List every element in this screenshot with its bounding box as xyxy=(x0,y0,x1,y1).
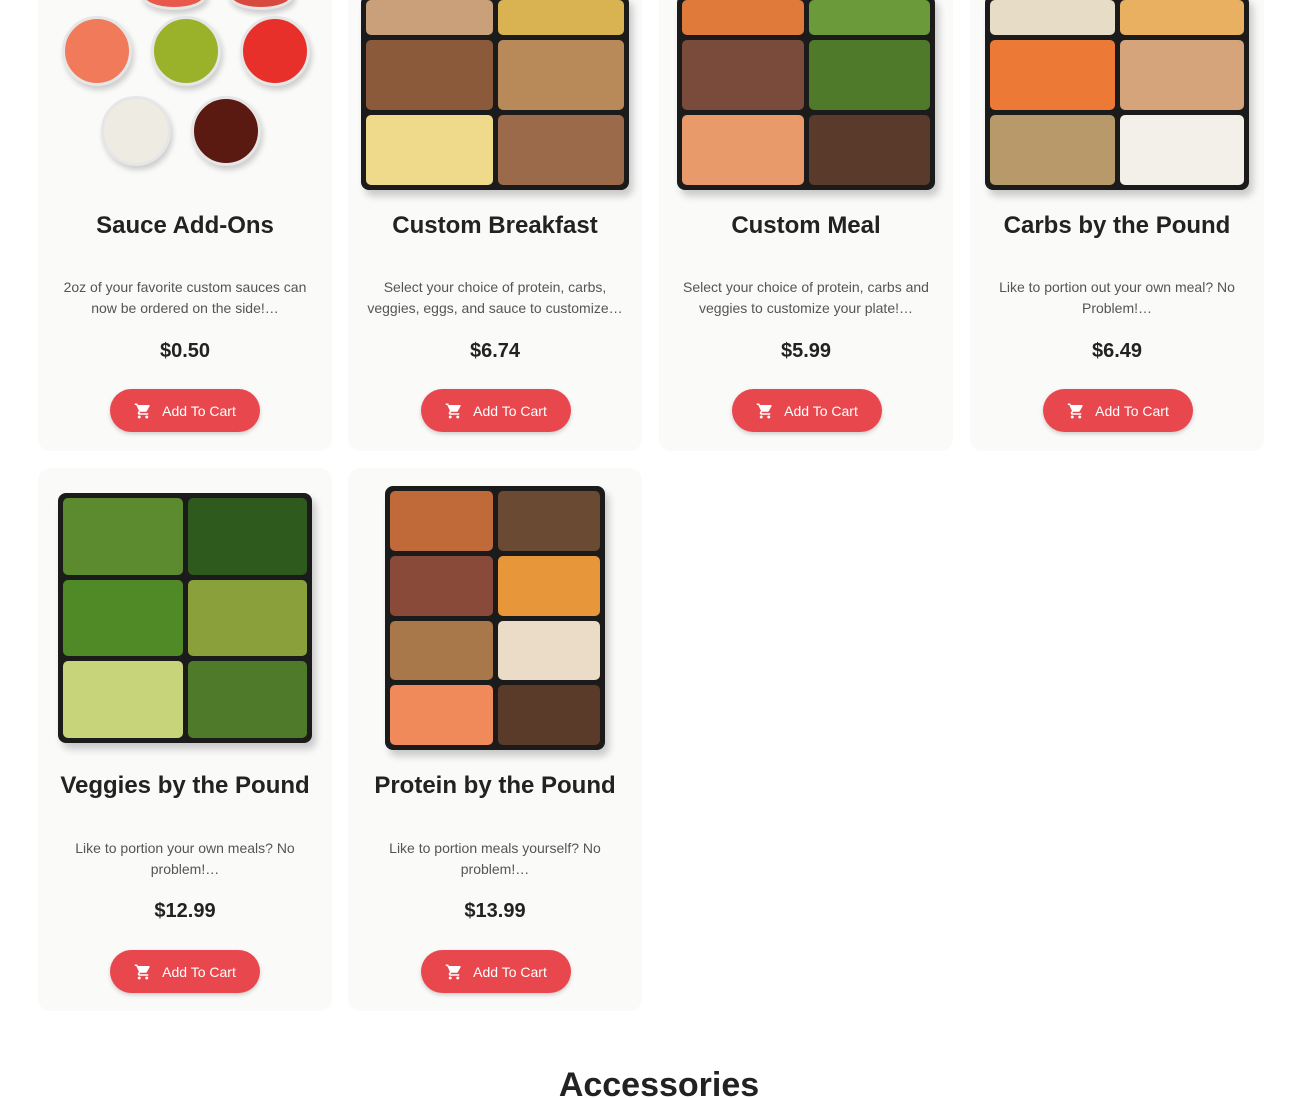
product-price: $6.74 xyxy=(469,340,521,362)
product-title[interactable]: Protein by the Pound xyxy=(348,772,642,800)
section-title-accessories: Accessories xyxy=(558,1066,760,1098)
shopping-cart-icon xyxy=(134,403,150,418)
product-card-custom-meal: Custom Meal Select your choice of protei… xyxy=(659,0,953,451)
breakfast-trays-image[interactable] xyxy=(348,0,642,195)
product-title[interactable]: Custom Breakfast xyxy=(348,212,642,240)
product-card-veggies-by-the-pound: Veggies by the Pound Like to portion you… xyxy=(38,468,332,1011)
add-to-cart-label: Add To Cart xyxy=(162,963,236,980)
product-title[interactable]: Veggies by the Pound xyxy=(38,772,332,800)
add-to-cart-label: Add To Cart xyxy=(473,963,547,980)
add-to-cart-button[interactable]: Add To Cart xyxy=(421,389,571,432)
shopping-cart-icon xyxy=(1067,403,1083,418)
add-to-cart-label: Add To Cart xyxy=(162,402,236,419)
product-price: $12.99 xyxy=(154,900,216,922)
product-title[interactable]: Custom Meal xyxy=(659,212,953,240)
veggie-trays-image[interactable] xyxy=(38,478,332,758)
product-card-protein-by-the-pound: Protein by the Pound Like to portion mea… xyxy=(348,468,642,1011)
add-to-cart-button[interactable]: Add To Cart xyxy=(1043,389,1193,432)
product-description: 2oz of your favorite custom sauces can n… xyxy=(63,279,307,316)
product-card-sauce-add-ons: Sauce Add-Ons 2oz of your favorite custo… xyxy=(38,0,332,451)
protein-trays-image[interactable] xyxy=(348,478,642,758)
product-price: $6.49 xyxy=(1091,340,1143,362)
carb-trays-image[interactable] xyxy=(970,0,1264,195)
shopping-cart-icon xyxy=(445,403,461,418)
meal-trays-image[interactable] xyxy=(659,0,953,195)
add-to-cart-label: Add To Cart xyxy=(784,402,858,419)
add-to-cart-label: Add To Cart xyxy=(473,402,547,419)
product-title[interactable]: Sauce Add-Ons xyxy=(38,212,332,240)
product-card-custom-breakfast: Custom Breakfast Select your choice of p… xyxy=(348,0,642,451)
add-to-cart-button[interactable]: Add To Cart xyxy=(110,950,260,993)
product-description: Like to portion your own meals? No probl… xyxy=(75,840,295,877)
product-description: Like to portion out your own meal? No Pr… xyxy=(999,279,1235,316)
product-title[interactable]: Carbs by the Pound xyxy=(970,212,1264,240)
sauce-cups-image[interactable] xyxy=(38,0,332,195)
product-description: Like to portion meals yourself? No probl… xyxy=(389,840,601,877)
product-price: $5.99 xyxy=(780,340,832,362)
product-card-carbs-by-the-pound: Carbs by the Pound Like to portion out y… xyxy=(970,0,1264,451)
shopping-cart-icon xyxy=(134,964,150,979)
product-description: Select your choice of protein, carbs and… xyxy=(683,279,929,316)
add-to-cart-label: Add To Cart xyxy=(1095,402,1169,419)
shopping-cart-icon xyxy=(445,964,461,979)
add-to-cart-button[interactable]: Add To Cart xyxy=(421,950,571,993)
add-to-cart-button[interactable]: Add To Cart xyxy=(732,389,882,432)
add-to-cart-button[interactable]: Add To Cart xyxy=(110,389,260,432)
product-description: Select your choice of protein, carbs, ve… xyxy=(367,279,623,316)
product-price: $13.99 xyxy=(464,900,526,922)
product-price: $0.50 xyxy=(159,340,211,362)
shopping-cart-icon xyxy=(756,403,772,418)
